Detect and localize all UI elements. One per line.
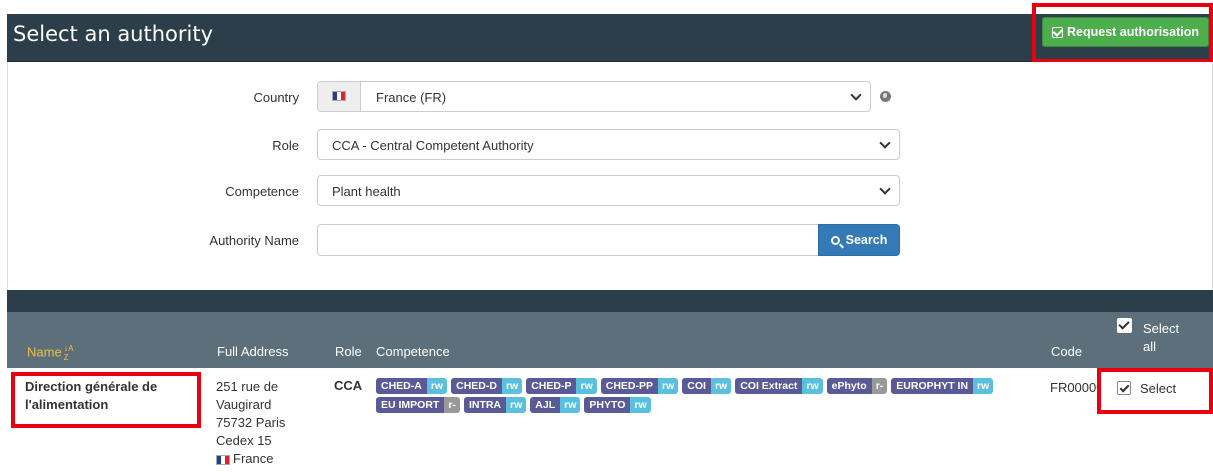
search-icon <box>830 235 840 245</box>
address-line: 251 rue de <box>216 379 279 394</box>
role-label: Role <box>272 138 299 153</box>
address-line: 75732 Paris <box>216 415 286 430</box>
column-header-name-label: Name <box>27 344 62 360</box>
chevron-down-icon <box>879 137 891 149</box>
column-header-code: Code <box>1051 344 1083 359</box>
address-line: Cedex 15 <box>216 433 272 448</box>
select-all-label: Select all <box>1143 321 1180 354</box>
authority-role: CCA <box>334 378 363 393</box>
search-button[interactable]: Search <box>818 224 900 256</box>
competence-badge: ePhyto r- <box>826 378 888 394</box>
competence-label: Competence <box>225 184 299 199</box>
chevron-down-icon <box>850 89 862 101</box>
authority-name-label: Authority Name <box>209 233 299 248</box>
table-header: Name ↓A Z Full Address Role Competence Cod… <box>7 312 1213 368</box>
column-header-competence: Competence <box>376 344 450 359</box>
country-select[interactable]: France (FR) <box>317 81 871 112</box>
flag-addon <box>318 82 361 111</box>
role-select[interactable]: CCA - Central Competent Authority <box>317 129 900 160</box>
authority-name-input[interactable] <box>317 224 818 256</box>
page-title: Select an authority <box>13 22 214 46</box>
france-flag-icon <box>332 91 346 101</box>
competence-value: Plant health <box>332 184 401 199</box>
sort-alpha-icon: ↓A Z <box>63 343 74 362</box>
competence-badge: CHED-P rw <box>526 378 597 394</box>
competence-badge: COI Extract rw <box>735 378 823 394</box>
page: Select an authority Request authorisatio… <box>0 0 1213 472</box>
competence-select[interactable]: Plant health <box>317 175 900 206</box>
highlight-select-checkbox <box>1097 368 1213 414</box>
highlight-request-button <box>1032 3 1213 63</box>
competence-badge: CHED-PP rw <box>600 378 679 394</box>
competence-badges: CHED-A rw CHED-D rw CHED-P rw CHED-PP rw COI… <box>376 378 1036 413</box>
competence-badge: COI rw <box>682 378 732 394</box>
chevron-down-icon <box>879 183 891 195</box>
column-header-role: Role <box>335 344 362 359</box>
search-button-label: Search <box>845 233 888 247</box>
competence-badge: CHED-D rw <box>451 378 523 394</box>
authority-address: 251 rue de Vaugirard 75732 Paris Cedex 1… <box>216 378 316 468</box>
country-name: France <box>233 451 274 466</box>
competence-badge: EUROPHYT IN rw <box>891 378 994 394</box>
country-label: Country <box>253 90 299 105</box>
authority-code: FR00000 <box>1050 380 1098 395</box>
table-top-band <box>7 290 1213 312</box>
column-header-address: Full Address <box>217 344 289 359</box>
competence-badge: INTRA rw <box>463 397 527 413</box>
country-value: France (FR) <box>376 90 447 105</box>
address-country: France <box>216 450 316 468</box>
address-line: Vaugirard <box>216 397 272 412</box>
select-all-checkbox[interactable] <box>1117 318 1132 333</box>
role-value: CCA - Central Competent Authority <box>332 138 534 153</box>
competence-badge: AJL rw <box>530 397 581 413</box>
competence-badge: CHED-A rw <box>376 378 448 394</box>
globe-icon[interactable] <box>880 91 891 102</box>
highlight-authority-name <box>11 372 201 428</box>
france-flag-icon <box>216 455 230 465</box>
competence-badge: EU IMPORT r- <box>376 397 460 413</box>
column-header-name[interactable]: Name ↓A Z <box>27 344 74 362</box>
competence-badge: PHYTO rw <box>584 397 651 413</box>
